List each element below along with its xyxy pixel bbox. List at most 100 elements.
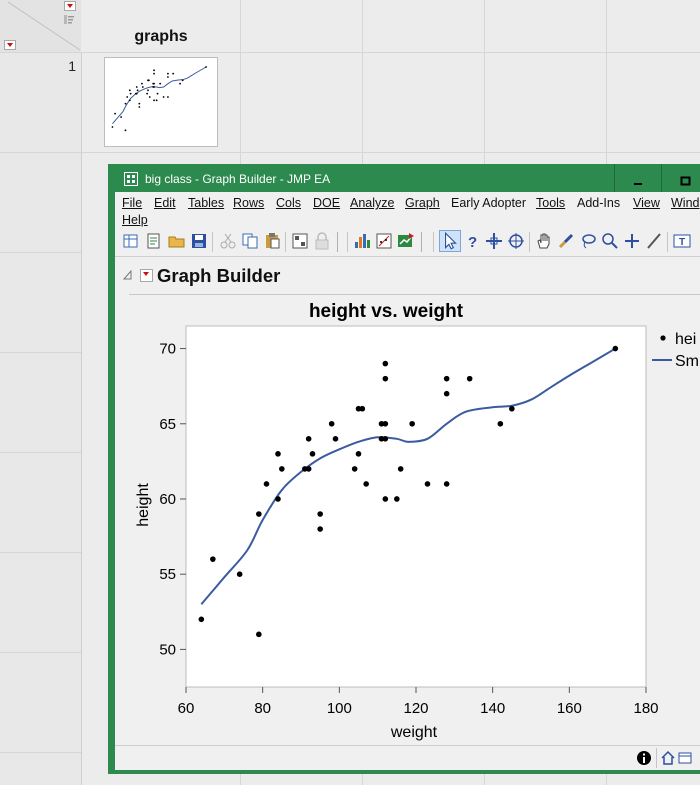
thumbnail-point (136, 89, 139, 92)
menu-edit[interactable]: Edit (154, 196, 176, 210)
graph-thumbnail[interactable] (104, 57, 218, 147)
collapse-disclosure-icon[interactable] (123, 270, 133, 280)
status-bar (115, 745, 700, 770)
info-icon[interactable] (636, 750, 652, 766)
thumbnail-point (167, 72, 169, 75)
rows-menu-triangle[interactable] (4, 40, 16, 50)
menu-doe[interactable]: DOE (313, 196, 340, 210)
row-number[interactable]: 1 (40, 58, 76, 74)
text-annotation-icon[interactable]: T (673, 232, 691, 250)
menu-tools[interactable]: Tools (536, 196, 565, 210)
thumbnail-point (135, 86, 138, 88)
data-grid-icon[interactable] (291, 232, 309, 250)
grid-hline (0, 152, 700, 153)
graph-builder-window: big class - Graph Builder - JMP EA File … (108, 164, 700, 774)
svg-text:T: T (679, 237, 685, 248)
thumbnail-point (146, 92, 149, 95)
line-tool-icon[interactable] (645, 232, 663, 250)
list-icon[interactable] (63, 14, 75, 26)
window-client: File Edit Tables Rows Cols DOE Analyze G… (115, 192, 700, 770)
home-icon[interactable] (660, 750, 676, 766)
help-question-icon[interactable]: ? (463, 232, 481, 250)
menu-view[interactable]: View (633, 196, 660, 210)
crosshair-plus-icon[interactable] (623, 232, 641, 250)
thumbnail-point (153, 99, 155, 102)
minimize-icon (634, 183, 642, 186)
thumbnail-point (141, 82, 143, 85)
lasso-icon[interactable] (579, 232, 597, 250)
thumbnail-point (135, 92, 138, 95)
thumbnail-point (172, 72, 175, 75)
graph-builder-outline: Graph Builder (123, 264, 700, 290)
menu-window[interactable]: Wind (671, 196, 699, 210)
svg-text:?: ? (468, 234, 477, 250)
outline-rule (129, 294, 700, 295)
brush-icon[interactable] (557, 232, 575, 250)
thumbnail-point (153, 69, 155, 72)
menu-analyze[interactable]: Analyze (350, 196, 394, 210)
new-script-icon[interactable] (145, 232, 163, 250)
crosshair-target-icon[interactable] (507, 232, 525, 250)
menu-early-adopter[interactable]: Early Adopter (451, 196, 526, 210)
arrow-tool-selected[interactable] (439, 230, 461, 252)
thumbnail-point (138, 102, 141, 105)
thumbnail-point (138, 106, 141, 108)
thumbnail-point (148, 96, 151, 98)
graph-builder-icon[interactable] (397, 232, 415, 250)
cut-icon[interactable] (219, 232, 237, 250)
toolbar-separator (285, 232, 286, 252)
thumbnail-point (147, 89, 149, 92)
distribution-icon[interactable] (353, 232, 371, 250)
thumbnail-point (167, 96, 169, 98)
menu-rows[interactable]: Rows (233, 196, 264, 210)
magnifier-icon[interactable] (601, 232, 619, 250)
thumbnail-point (128, 99, 131, 102)
grid-hline (0, 452, 81, 453)
thumbnail-point (179, 82, 181, 85)
grid-hline (0, 552, 81, 553)
open-folder-icon[interactable] (168, 232, 186, 250)
save-icon[interactable] (190, 232, 208, 250)
lock-icon[interactable] (313, 232, 331, 250)
thumbnail-point (155, 99, 158, 102)
new-data-table-icon[interactable] (122, 232, 140, 250)
menu-graph[interactable]: Graph (405, 196, 440, 210)
thumbnail-point (114, 112, 116, 115)
thumbnail-point (153, 82, 155, 85)
thumbnail-point (129, 92, 132, 95)
row-header-column (0, 0, 82, 785)
menu-cols[interactable]: Cols (276, 196, 301, 210)
menu-file[interactable]: File (122, 196, 142, 210)
fit-y-by-x-icon[interactable] (375, 232, 393, 250)
move-tool-icon[interactable] (485, 232, 503, 250)
thumbnail-point (141, 86, 144, 88)
thumbnail-point (153, 72, 155, 75)
menu-help[interactable]: Help (122, 213, 148, 227)
thumbnail-plot (111, 66, 207, 132)
arrow-cursor-icon (445, 231, 457, 250)
hand-grabber-icon[interactable] (535, 232, 553, 250)
thumbnail-point (147, 79, 150, 82)
table-menu-triangle[interactable] (64, 1, 76, 11)
thumbnail-point (124, 129, 127, 132)
menu-tables[interactable]: Tables (188, 196, 224, 210)
thumbnail-point (181, 79, 184, 82)
window-title: big class - Graph Builder - JMP EA (145, 172, 331, 186)
copy-icon[interactable] (241, 232, 259, 250)
paste-icon[interactable] (263, 232, 281, 250)
thumbnail-point (167, 76, 169, 78)
menu-add-ins[interactable]: Add-Ins (577, 196, 620, 210)
thumbnail-smoother (112, 66, 207, 124)
window-list-icon[interactable] (677, 750, 693, 766)
column-header-graphs[interactable]: graphs (82, 28, 240, 46)
grid-hline (0, 352, 81, 353)
toolbar-overflow[interactable] (421, 232, 422, 252)
graph-builder-menu-triangle[interactable] (140, 269, 153, 282)
toolbar-overflow[interactable] (337, 232, 338, 252)
toolbar: ? T (115, 228, 700, 257)
toolbar-separator (347, 232, 348, 252)
grid-hline (0, 752, 81, 753)
thumbnail-point (124, 102, 127, 105)
thumbnail-point (205, 66, 207, 68)
status-separator (656, 748, 657, 768)
